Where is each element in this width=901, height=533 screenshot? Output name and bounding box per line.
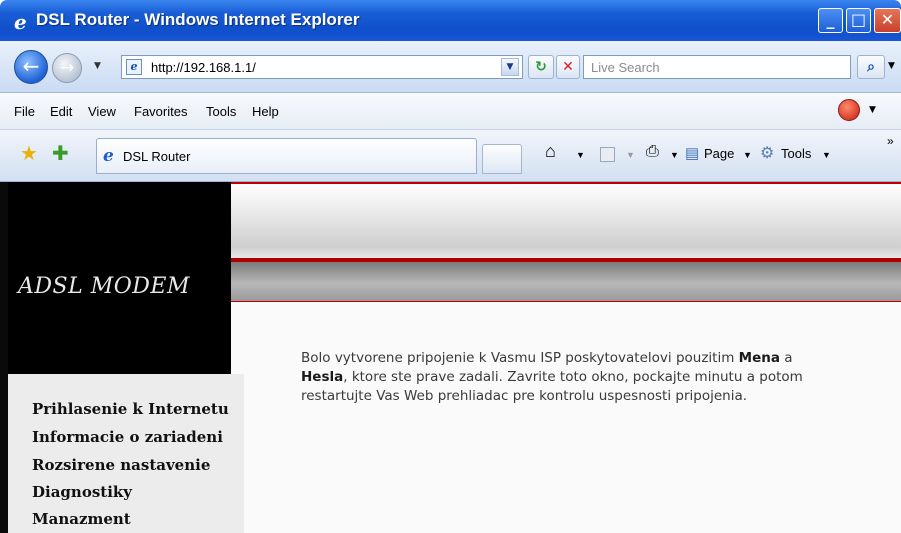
sidebar-item-device-info[interactable]: Informacie o zariadeni (32, 428, 223, 446)
content-area (231, 302, 901, 533)
translate-icon[interactable] (838, 99, 860, 121)
forward-button[interactable]: → (52, 53, 82, 83)
left-border (0, 182, 8, 533)
sidebar-item-management[interactable]: Manazment (32, 510, 131, 528)
menu-tools[interactable]: Tools (206, 104, 236, 119)
sidebar-item-internet-login[interactable]: Prihlasenie k Internetu (32, 400, 229, 418)
menu-view[interactable]: View (88, 104, 116, 119)
title-bar: e DSL Router - Windows Internet Explorer… (0, 0, 901, 41)
page-viewport: ADSL MODEM Prihlasenie k Internetu Infor… (0, 182, 901, 533)
ie-logo-icon: e (14, 10, 27, 34)
address-input[interactable]: e http://192.168.1.1/ ▼ (121, 55, 523, 79)
favorites-star-icon[interactable]: ★ (20, 141, 38, 165)
search-placeholder: Live Search (591, 60, 660, 75)
print-icon[interactable]: ⎙ (646, 143, 659, 161)
recent-pages-dropdown-icon[interactable]: ▼ (94, 61, 101, 71)
minimize-button[interactable]: _ (818, 8, 843, 33)
new-tab-button[interactable] (482, 144, 522, 174)
chevron-down-icon[interactable]: ▼ (670, 150, 679, 160)
home-icon[interactable]: ⌂ (545, 141, 556, 162)
search-options-icon[interactable]: ▼ (888, 61, 895, 71)
sidebar-item-advanced-setup[interactable]: Rozsirene nastavenie (32, 456, 210, 474)
address-url: http://192.168.1.1/ (151, 60, 256, 75)
header-band (231, 182, 901, 258)
page-menu-button[interactable]: Page (704, 146, 734, 161)
menu-bar: File Edit View Favorites Tools Help ▼ (0, 93, 901, 130)
favorites-bar: ★ ✚ e DSL Router ⌂ ▼ ▼ ⎙ ▼ ▤ Page ▼ ⚙ To… (0, 130, 901, 182)
close-button[interactable]: ✕ (874, 8, 901, 33)
menu-favorites[interactable]: Favorites (134, 104, 187, 119)
message-username: Mena (738, 350, 780, 366)
chevron-down-icon[interactable]: ▼ (576, 150, 585, 160)
message-text: Bolo vytvorene pripojenie k Vasmu ISP po… (301, 350, 739, 366)
menu-edit[interactable]: Edit (50, 104, 72, 119)
page-menu-icon[interactable]: ▤ (685, 144, 699, 162)
refresh-button[interactable]: ↻ (528, 55, 554, 79)
tab-dsl-router[interactable]: e DSL Router (96, 138, 477, 174)
ie-page-icon: e (103, 146, 114, 166)
address-toolbar: ← → ▼ e http://192.168.1.1/ ▼ ↻ ✕ Live S… (0, 41, 901, 93)
gear-icon[interactable]: ⚙ (760, 143, 774, 163)
message-text: a (779, 350, 793, 366)
chevron-down-icon[interactable]: ▼ (501, 58, 519, 76)
tab-label: DSL Router (123, 149, 191, 164)
header-stripe (231, 258, 901, 302)
chevron-down-icon[interactable]: ▼ (869, 105, 876, 115)
maximize-button[interactable]: □ (846, 8, 871, 33)
logo-block: ADSL MODEM (8, 182, 231, 374)
back-button[interactable]: ← (14, 50, 48, 84)
search-input[interactable]: Live Search (583, 55, 851, 79)
sidebar: Prihlasenie k Internetu Informacie o zar… (8, 374, 244, 533)
menu-help[interactable]: Help (252, 104, 279, 119)
status-message: Bolo vytvorene pripojenie k Vasmu ISP po… (301, 349, 831, 406)
add-favorite-icon[interactable]: ✚ (52, 141, 69, 165)
menu-file[interactable]: File (14, 104, 35, 119)
message-text: , ktore ste prave zadali. Zavrite toto o… (301, 369, 803, 404)
window-title: DSL Router - Windows Internet Explorer (36, 10, 360, 29)
tools-menu-button[interactable]: Tools (781, 146, 811, 161)
page-icon: e (126, 59, 142, 75)
feeds-icon[interactable] (600, 147, 615, 162)
message-password: Hesla (301, 369, 344, 385)
chevron-down-icon[interactable]: ▼ (743, 150, 752, 160)
stop-button[interactable]: ✕ (556, 55, 580, 79)
overflow-chevron-icon[interactable]: » (887, 134, 894, 148)
chevron-down-icon: ▼ (626, 150, 635, 160)
logo-text: ADSL MODEM (18, 274, 190, 299)
chevron-down-icon[interactable]: ▼ (822, 150, 831, 160)
sidebar-item-diagnostics[interactable]: Diagnostiky (32, 483, 132, 501)
search-button[interactable]: ⌕ (857, 55, 885, 79)
